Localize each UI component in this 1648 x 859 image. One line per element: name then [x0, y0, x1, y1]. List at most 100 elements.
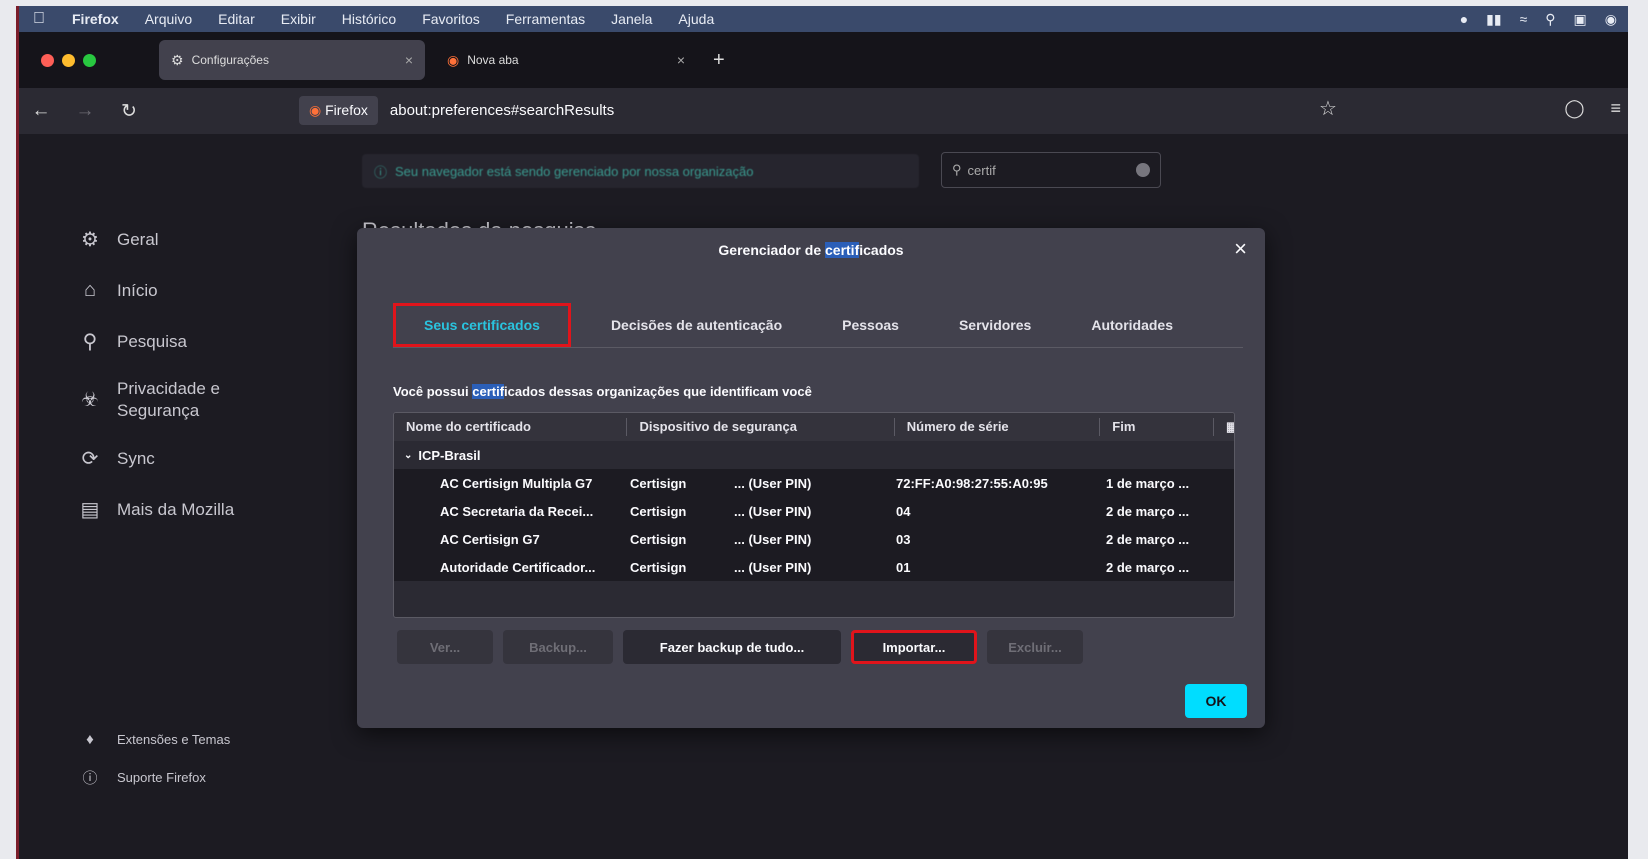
tab-configuracoes[interactable]: ⚙ Configurações × [159, 40, 425, 80]
search-icon: ⚲ [952, 162, 962, 177]
sidebar-item-geral[interactable]: ⚙ Geral [75, 214, 305, 265]
menu-arquivo[interactable]: Arquivo [132, 11, 205, 27]
menu-hamburger-icon[interactable]: ≡ [1610, 98, 1621, 119]
ok-button[interactable]: OK [1185, 684, 1247, 718]
tab-pessoas[interactable]: Pessoas [812, 317, 929, 333]
user-icon[interactable]: ● [1460, 11, 1468, 28]
certificate-tabs: Seus certificados Decisões de autenticaç… [393, 302, 1243, 348]
spotlight-icon[interactable]: ⚲ [1545, 11, 1555, 28]
menu-ferramentas[interactable]: Ferramentas [493, 11, 598, 27]
cell-pin: ... (User PIN) [734, 531, 812, 547]
tab-autoridades[interactable]: Autoridades [1061, 317, 1203, 333]
lock-icon: ☣ [81, 389, 99, 411]
clear-search-icon[interactable] [1136, 163, 1150, 177]
tab-decisoes-autenticacao[interactable]: Decisões de autenticação [581, 317, 812, 333]
apple-icon[interactable]:  [19, 10, 59, 28]
cell-serial: 01 [896, 559, 911, 575]
sidebar-item-label: Pesquisa [117, 331, 187, 351]
sidebar-item-sync[interactable]: ⟳ Sync [75, 433, 305, 484]
window-controls [19, 53, 159, 67]
table-row[interactable]: AC Certisign Multipla G7 Certisign ... (… [394, 469, 1234, 497]
column-header-end[interactable]: Fim [1100, 418, 1215, 436]
import-button[interactable]: Importar... [851, 630, 977, 664]
siri-icon[interactable]: ◉ [1605, 11, 1617, 28]
pocket-icon[interactable]: ◯ [1564, 98, 1584, 119]
desc-highlight: certif [472, 384, 505, 399]
sidebar-item-label: Suporte Firefox [117, 769, 206, 785]
certificate-tree[interactable]: Nome do certificado Dispositivo de segur… [393, 412, 1235, 618]
menu-favoritos[interactable]: Favoritos [409, 11, 493, 27]
sidebar-item-privacidade[interactable]: ☣ Privacidade e Segurança [75, 367, 305, 433]
table-row[interactable]: AC Secretaria da Recei... Certisign ... … [394, 497, 1234, 525]
back-button[interactable]: ← [19, 100, 63, 122]
view-button[interactable]: Ver... [397, 630, 493, 664]
tree-group-row[interactable]: ⌄ ICP-Brasil [394, 441, 1234, 469]
sidebar-item-inicio[interactable]: ⌂ Início [75, 265, 305, 316]
close-icon[interactable]: × [1234, 236, 1247, 262]
backup-all-button[interactable]: Fazer backup de tudo... [623, 630, 841, 664]
desc-pre: Você possui [393, 384, 473, 399]
menu-app-name[interactable]: Firefox [59, 11, 132, 27]
tab-label: Nova aba [467, 53, 519, 67]
cell-name: AC Secretaria da Recei... [440, 503, 594, 519]
cell-end: 2 de março ... [1106, 503, 1190, 519]
tab-nova-aba[interactable]: ◉ Nova aba × [435, 40, 697, 80]
firefox-icon: ◉ [447, 51, 460, 68]
bookmark-star-icon[interactable]: ☆ [1319, 96, 1337, 121]
help-icon: ⓘ [82, 769, 98, 787]
gear-icon: ⚙ [171, 51, 184, 68]
policy-notice[interactable]: ⓘ Seu navegador está sendo gerenciado po… [362, 154, 919, 188]
wifi-icon[interactable]: ≈ [1520, 11, 1528, 28]
column-header-name[interactable]: Nome do certificado [394, 418, 628, 436]
close-window-button[interactable] [41, 53, 54, 67]
tab-servidores[interactable]: Servidores [929, 317, 1061, 333]
info-icon: ⓘ [374, 164, 388, 180]
cell-device: Certisign [630, 503, 687, 519]
identity-chip[interactable]: ◉ Firefox [299, 95, 378, 125]
minimize-window-button[interactable] [62, 53, 75, 67]
certificate-actions: Ver... Backup... Fazer backup de tudo...… [397, 630, 1083, 664]
tab-seus-certificados[interactable]: Seus certificados [393, 302, 571, 347]
close-tab-icon[interactable]: × [677, 52, 685, 68]
chevron-down-icon[interactable]: ⌄ [404, 450, 412, 461]
new-tab-button[interactable]: + [713, 49, 725, 72]
column-picker-icon[interactable]: ▦ [1214, 418, 1234, 436]
menu-janela[interactable]: Janela [598, 11, 665, 27]
backup-button[interactable]: Backup... [503, 630, 613, 664]
toolbar-right: ◯ ≡ [1564, 98, 1621, 119]
firefox-icon: ◉ [309, 101, 326, 118]
sync-icon: ⟳ [81, 448, 99, 470]
column-header-serial[interactable]: Número de série [895, 418, 1101, 436]
dialog-title-post: icados [859, 242, 904, 258]
zoom-window-button[interactable] [83, 53, 96, 67]
preferences-search-input[interactable]: ⚲ certif [941, 152, 1161, 188]
reload-button[interactable]: ↻ [107, 100, 151, 123]
menu-ajuda[interactable]: Ajuda [665, 11, 727, 27]
menu-historico[interactable]: Histórico [329, 11, 409, 27]
sidebar-item-suporte[interactable]: ⓘ Suporte Firefox [75, 758, 230, 796]
table-header: Nome do certificado Dispositivo de segur… [394, 413, 1234, 441]
menu-exibir[interactable]: Exibir [268, 11, 329, 27]
cell-end: 2 de março ... [1106, 559, 1190, 575]
delete-button[interactable]: Excluir... [987, 630, 1083, 664]
sidebar-item-extensoes[interactable]: ♦ Extensões e Temas [75, 720, 230, 758]
cell-device: Certisign [630, 559, 687, 575]
url-text[interactable]: about:preferences#searchResults [390, 102, 614, 119]
menu-editar[interactable]: Editar [205, 11, 268, 27]
table-row[interactable]: AC Certisign G7 Certisign ... (User PIN)… [394, 525, 1234, 553]
control-center-icon[interactable]: ▣ [1574, 11, 1587, 28]
sidebar-item-pesquisa[interactable]: ⚲ Pesquisa [75, 316, 305, 367]
column-header-device[interactable]: Dispositivo de segurança [627, 418, 895, 436]
certificates-description: Você possui certificados dessas organiza… [393, 384, 812, 399]
url-bar[interactable]: ◉ Firefox about:preferences#searchResult… [299, 92, 1399, 128]
close-tab-icon[interactable]: × [405, 52, 413, 68]
forward-button[interactable]: → [63, 100, 107, 122]
sidebar-item-mozilla[interactable]: ▤ Mais da Mozilla [75, 484, 305, 535]
cell-device: Certisign [630, 531, 687, 547]
table-row[interactable]: Autoridade Certificador... Certisign ...… [394, 553, 1234, 581]
puzzle-icon: ♦ [86, 730, 94, 748]
search-value: certif [967, 162, 996, 178]
policy-notice-text: Seu navegador está sendo gerenciado por … [395, 163, 754, 179]
battery-icon[interactable]: ▮▮ [1486, 11, 1501, 28]
desc-post: icados dessas organizações que identific… [504, 384, 812, 399]
